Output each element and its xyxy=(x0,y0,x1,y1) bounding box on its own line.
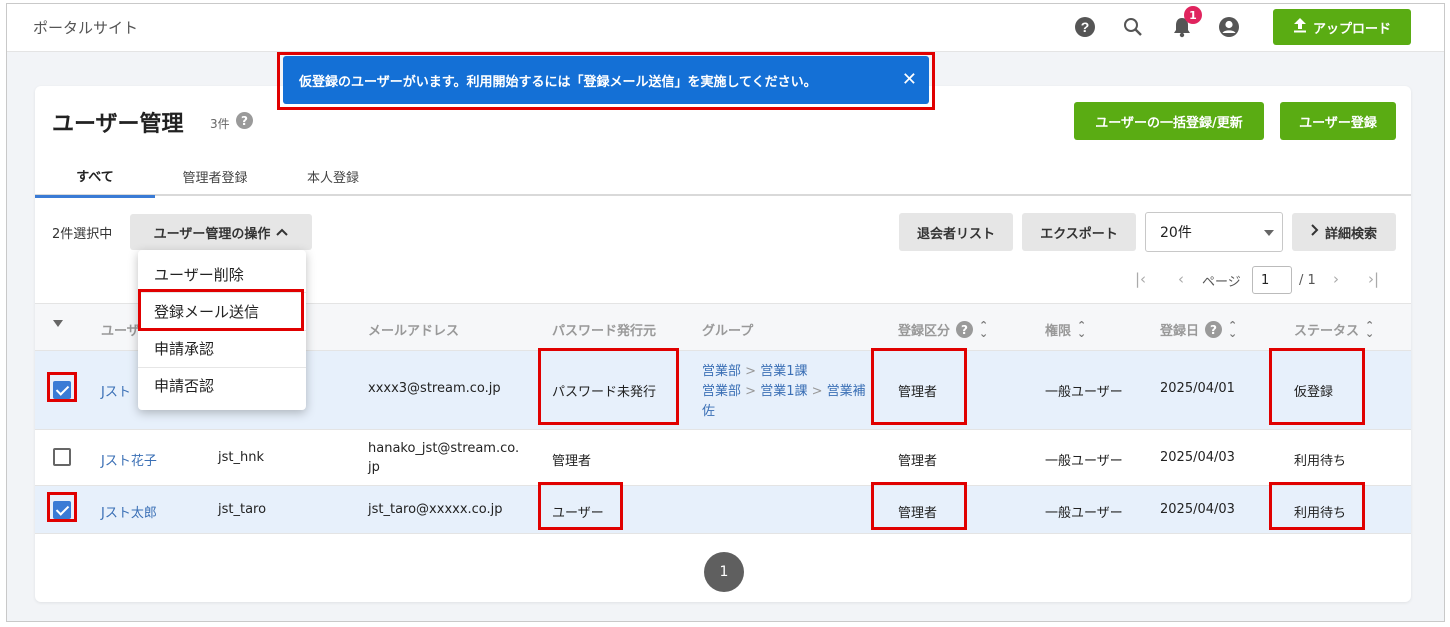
tab-all[interactable]: すべて xyxy=(35,156,155,198)
sort-icon[interactable]: ⌃ ⌄ xyxy=(1365,320,1374,339)
email-cell: hanako_jst@stream.co. jp xyxy=(368,441,520,475)
per-page-select[interactable]: 20件 xyxy=(1145,212,1283,252)
header-registered-date-label: 登録日 xyxy=(1160,324,1200,339)
help-icon[interactable]: ? xyxy=(236,112,253,129)
per-page-value: 20件 xyxy=(1160,225,1192,241)
highlight-box xyxy=(138,289,304,331)
header-password-issuer: パスワード発行元 xyxy=(552,324,657,339)
close-icon[interactable]: ✕ xyxy=(902,69,917,90)
header-registration-type-label: 登録区分 xyxy=(898,324,951,339)
upload-button[interactable]: アップロード xyxy=(1273,9,1411,45)
user-ops-label: ユーザー管理の操作 xyxy=(153,226,271,242)
selected-count: 2件選択中 xyxy=(52,227,113,242)
tab-bar: すべて 管理者登録 本人登録 xyxy=(35,156,1411,198)
highlight-box xyxy=(871,482,967,530)
notification-badge: 1 xyxy=(1184,6,1202,24)
date-cell: 2025/04/03 xyxy=(1160,450,1235,465)
next-page-icon[interactable]: › xyxy=(1333,270,1339,288)
pager-label: ページ xyxy=(1202,274,1241,290)
group-cell: 営業部 > 営業1課 営業部 > 営業1課 > 営業補 佐 xyxy=(702,362,866,422)
search-icon[interactable] xyxy=(1120,14,1146,40)
highlight-box xyxy=(871,348,967,425)
help-icon[interactable]: ? xyxy=(1205,321,1223,338)
pagination-page-1[interactable]: 1 xyxy=(704,552,744,592)
table-row[interactable]: Jスト花子 jst_hnk hanako_jst@stream.co. jp 管… xyxy=(35,430,1411,486)
header-email: メールアドレス xyxy=(368,324,460,339)
menu-item-approve-request[interactable]: 申請承認 xyxy=(138,330,306,366)
role-cell: 一般ユーザー xyxy=(1045,454,1123,469)
user-count: 3件 xyxy=(210,117,230,131)
upload-icon xyxy=(1293,17,1307,37)
page-number-input[interactable] xyxy=(1252,266,1292,294)
role-cell: 一般ユーザー xyxy=(1045,385,1123,400)
caret-down-icon xyxy=(53,320,63,327)
prev-page-icon[interactable]: ‹ xyxy=(1178,270,1184,288)
user-ops-button[interactable]: ユーザー管理の操作 xyxy=(130,214,312,250)
login-id-cell: jst_taro xyxy=(218,502,267,517)
tab-admin-registration[interactable]: 管理者登録 xyxy=(155,156,275,196)
registration-type-cell: 管理者 xyxy=(898,454,938,469)
help-icon[interactable]: ? xyxy=(1072,14,1098,40)
chevron-up-icon xyxy=(276,225,289,240)
header-status-label: ステータス xyxy=(1294,324,1360,339)
role-cell: 一般ユーザー xyxy=(1045,506,1123,521)
header-role-label: 権限 xyxy=(1045,324,1072,339)
user-name-link[interactable]: Jスト太郎 xyxy=(101,502,157,521)
svg-text:?: ? xyxy=(1081,19,1090,35)
menu-item-reject-request[interactable]: 申請否認 xyxy=(138,367,306,403)
upload-label: アップロード xyxy=(1312,21,1391,37)
user-name-link[interactable]: Jスト花子 xyxy=(101,450,157,469)
highlight-box xyxy=(47,372,77,402)
user-name-link[interactable]: Jスト xyxy=(101,381,131,400)
user-register-button[interactable]: ユーザー登録 xyxy=(1280,102,1396,140)
login-id-cell: jst_hnk xyxy=(218,450,264,465)
header-status[interactable]: ステータス ⌃ ⌄ xyxy=(1294,320,1374,340)
highlight-box xyxy=(1269,482,1365,530)
email-cell: xxxx3@stream.co.jp xyxy=(368,381,501,396)
group-path[interactable]: 営業部 > 営業1課 xyxy=(702,362,866,382)
export-button[interactable]: エクスポート xyxy=(1022,213,1136,251)
header-registration-type[interactable]: 登録区分 ? ⌃ ⌄ xyxy=(898,320,988,340)
header-registered-date[interactable]: 登録日 ? ⌃ ⌄ xyxy=(1160,320,1237,340)
app-window: ポータルサイト ? 1 アップロード ユーザー管理 3件 ? ユーザーの一括登録… xyxy=(6,3,1445,622)
highlight-box xyxy=(538,348,679,425)
dropdown-arrow-icon xyxy=(1264,230,1274,236)
highlight-box xyxy=(1269,348,1365,425)
account-icon[interactable] xyxy=(1216,14,1242,40)
tab-self-registration[interactable]: 本人登録 xyxy=(275,156,391,196)
page-title: ユーザー管理 xyxy=(52,112,184,137)
header-role[interactable]: 権限 ⌃ ⌄ xyxy=(1045,320,1086,340)
table-row[interactable]: Jスト太郎 jst_taro jst_taro@xxxxx.co.jp ユーザー… xyxy=(35,486,1411,534)
select-all-toggle[interactable] xyxy=(53,320,63,327)
first-page-icon[interactable]: |‹ xyxy=(1135,270,1146,288)
bulk-register-button[interactable]: ユーザーの一括登録/更新 xyxy=(1074,102,1264,140)
highlight-box xyxy=(47,492,77,522)
sort-icon[interactable]: ⌃ ⌄ xyxy=(1077,320,1086,339)
sort-icon[interactable]: ⌃ ⌄ xyxy=(1228,320,1237,339)
info-toast: 仮登録のユーザーがいます。利用開始するには「登録メール送信」を実施してください。… xyxy=(283,56,929,104)
leave-list-button[interactable]: 退会者リスト xyxy=(899,213,1013,251)
pager-total: / 1 xyxy=(1299,272,1316,288)
email-cell: jst_taro@xxxxx.co.jp xyxy=(368,502,503,517)
row-checkbox[interactable] xyxy=(53,448,71,466)
toast-message: 仮登録のユーザーがいます。利用開始するには「登録メール送信」を実施してください。 xyxy=(299,74,817,90)
highlight-box xyxy=(538,482,623,530)
group-path[interactable]: 佐 xyxy=(702,402,866,422)
header-group: グループ xyxy=(702,324,754,339)
status-cell: 利用待ち xyxy=(1294,454,1347,469)
password-issuer-cell: 管理者 xyxy=(552,454,592,469)
menu-item-delete-user[interactable]: ユーザー削除 xyxy=(138,256,306,292)
date-cell: 2025/04/01 xyxy=(1160,381,1235,396)
top-bar: ポータルサイト ? 1 アップロード xyxy=(7,4,1444,52)
group-path[interactable]: 営業部 > 営業1課 > 営業補 xyxy=(702,382,866,402)
advanced-search-button[interactable]: 詳細検索 xyxy=(1292,213,1396,251)
chevron-right-icon xyxy=(1311,224,1319,240)
sort-icon[interactable]: ⌃ ⌄ xyxy=(979,320,988,339)
site-title: ポータルサイト xyxy=(33,19,139,37)
last-page-icon[interactable]: ›| xyxy=(1368,270,1379,288)
advanced-search-label: 詳細検索 xyxy=(1324,226,1377,242)
help-icon[interactable]: ? xyxy=(956,321,974,338)
date-cell: 2025/04/03 xyxy=(1160,502,1235,517)
